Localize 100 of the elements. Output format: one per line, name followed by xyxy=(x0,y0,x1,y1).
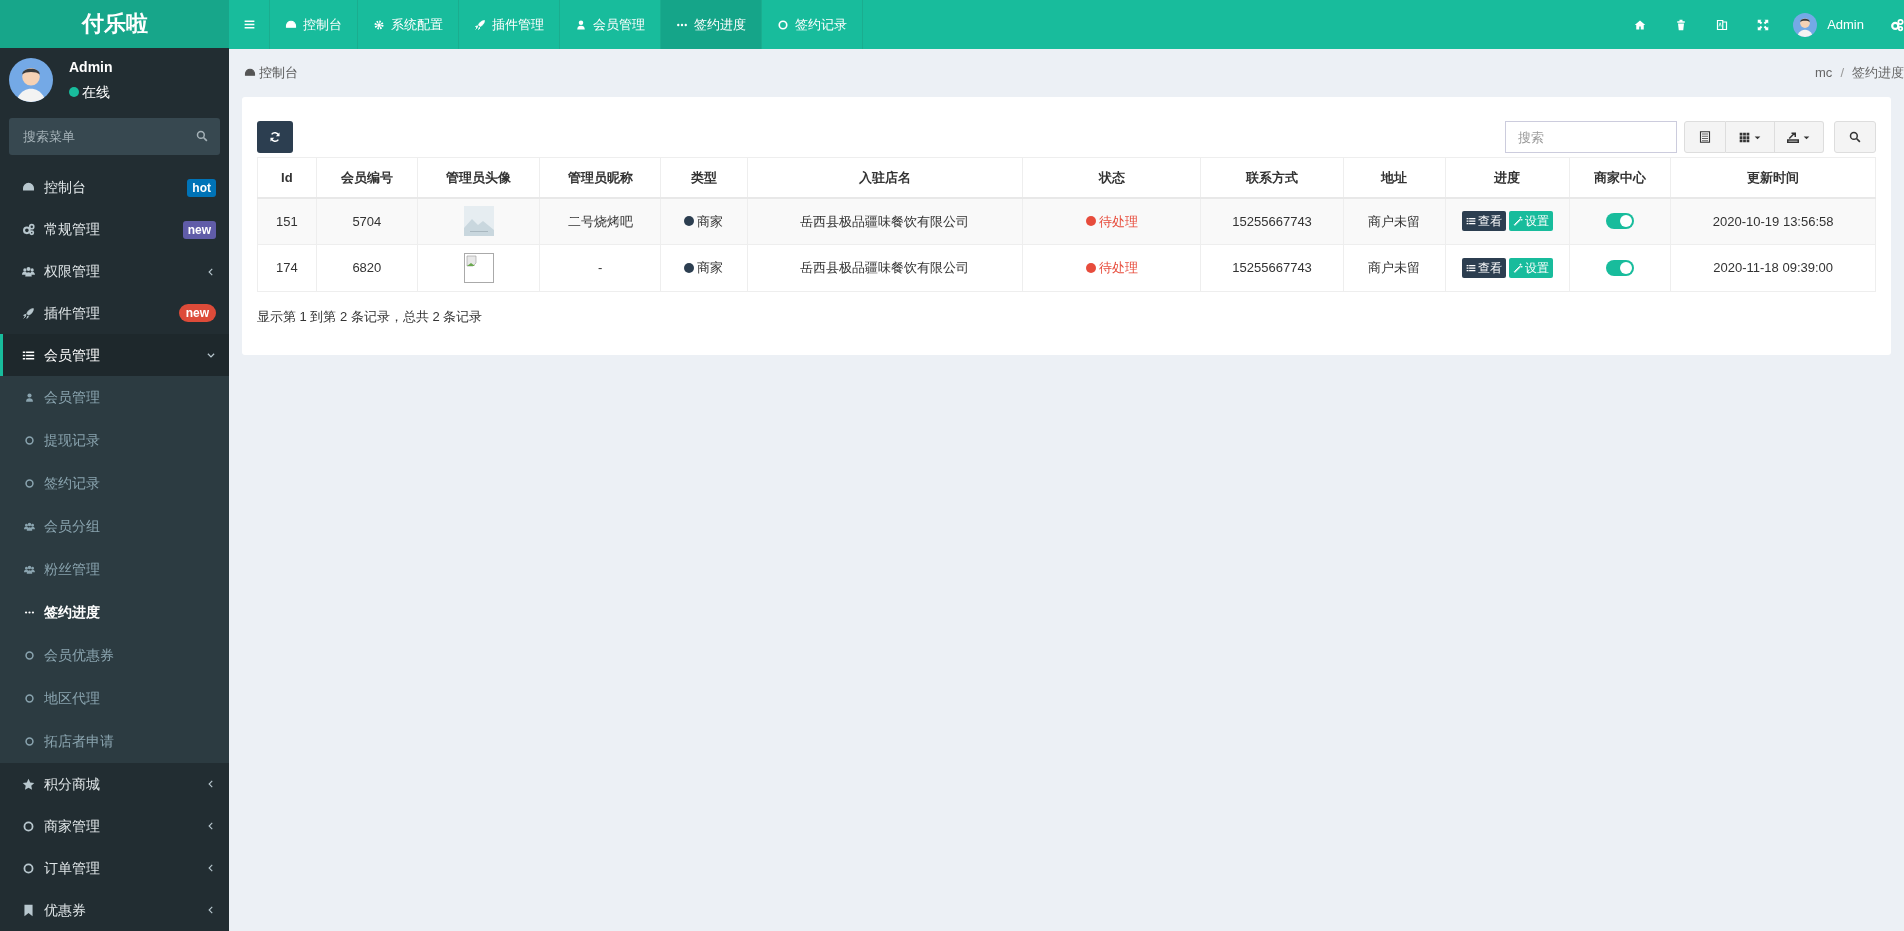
submenu-item[interactable]: 粉丝管理 xyxy=(0,548,229,592)
column-header[interactable]: 类型 xyxy=(660,157,748,198)
user-status: 在线 xyxy=(82,82,110,102)
wand-icon xyxy=(1512,216,1523,227)
export-icon xyxy=(1787,131,1799,143)
circle-icon xyxy=(777,18,789,31)
toggle-view-button[interactable] xyxy=(1684,121,1726,153)
menu-search-field[interactable]: 搜索菜单 xyxy=(9,117,220,155)
chevron-left-icon xyxy=(206,821,216,832)
user-name: Admin xyxy=(69,57,113,77)
avatar-icon xyxy=(1793,12,1818,37)
menu-badge: new xyxy=(178,304,216,323)
submenu-item[interactable]: 提现记录 xyxy=(0,419,229,463)
home-icon xyxy=(1633,18,1646,31)
broken-image-icon xyxy=(463,253,494,283)
table-cell: 5704 xyxy=(316,197,418,245)
column-header[interactable]: 会员编号 xyxy=(316,157,418,198)
wand-icon xyxy=(1512,263,1523,273)
table-cell: 2020-10-19 13:56:58 xyxy=(1670,197,1876,245)
settings-icon xyxy=(373,18,385,31)
circle-icon xyxy=(24,650,35,662)
column-header[interactable]: 入驻店名 xyxy=(747,157,1023,198)
search-icon xyxy=(1849,131,1861,143)
column-header[interactable]: 联系方式 xyxy=(1200,157,1344,198)
column-header[interactable]: 商家中心 xyxy=(1569,157,1671,198)
refresh-icon xyxy=(269,131,281,143)
table-cell: 174 xyxy=(257,244,317,292)
table-cell: 二号烧烤吧 xyxy=(539,197,661,245)
sidebar-item[interactable]: 优惠券 xyxy=(0,889,229,931)
table-cell: 151 xyxy=(257,197,317,245)
circle-icon xyxy=(24,693,35,705)
submenu-item[interactable]: 会员管理 xyxy=(0,376,229,420)
view-button[interactable]: 查看 xyxy=(1461,258,1506,278)
sidebar-item[interactable]: 常规管理 new xyxy=(0,208,229,251)
circle-icon xyxy=(24,435,35,447)
toggle-switch[interactable] xyxy=(1606,260,1635,276)
circle-icon xyxy=(22,861,35,875)
type-label: 商家 xyxy=(697,212,724,231)
search-field[interactable]: 搜索 xyxy=(1505,121,1677,153)
sidebar-item[interactable]: 权限管理 xyxy=(0,250,229,293)
table-cell: 商户未留 xyxy=(1343,244,1445,292)
table-cell: - xyxy=(539,244,661,292)
user-icon xyxy=(575,18,587,31)
sidebar-item[interactable]: 控制台 hot xyxy=(0,166,229,209)
submenu-item[interactable]: 地区代理 xyxy=(0,677,229,721)
search-icon xyxy=(196,129,208,142)
table-cell: 6820 xyxy=(316,244,418,292)
menu-badge: new xyxy=(182,220,216,239)
chevron-left-icon xyxy=(206,905,216,916)
sidebar-item[interactable]: 插件管理 new xyxy=(0,292,229,335)
gears-icon xyxy=(22,223,35,237)
columns-button[interactable] xyxy=(1726,121,1775,153)
rocket-icon xyxy=(22,307,35,320)
breadcrumb-separator: / xyxy=(1840,64,1844,83)
submenu-item[interactable]: 会员优惠券 xyxy=(0,634,229,678)
gears-icon xyxy=(1890,17,1904,32)
breadcrumb-link[interactable]: mc xyxy=(1815,63,1833,83)
submenu-item[interactable]: 签约进度 xyxy=(0,591,229,635)
menu-badge: hot xyxy=(187,178,216,197)
column-header[interactable]: 状态 xyxy=(1022,157,1201,198)
view-button[interactable]: 查看 xyxy=(1461,211,1506,232)
column-header[interactable]: 地址 xyxy=(1343,157,1445,198)
submenu-item[interactable]: 签约记录 xyxy=(0,462,229,506)
chevron-left-icon xyxy=(206,863,216,874)
sidebar-item[interactable]: 订单管理 xyxy=(0,847,229,890)
pagination-info: 显示第 1 到第 2 条记录，总共 2 条记录 xyxy=(257,308,484,326)
sidebar-item[interactable]: 会员管理 xyxy=(0,334,229,377)
rocket-icon xyxy=(474,18,486,31)
submenu-item[interactable]: 会员分组 xyxy=(0,505,229,549)
avatar-icon xyxy=(9,57,53,102)
toggle-switch[interactable] xyxy=(1606,213,1635,230)
expand-icon xyxy=(1756,18,1769,31)
table-cell: 商户未留 xyxy=(1343,197,1445,245)
table-cell: 岳西县极品疆味餐饮有限公司 xyxy=(747,244,1023,292)
list-icon xyxy=(22,348,35,362)
users-icon xyxy=(24,564,35,576)
bookmark-icon xyxy=(22,903,35,917)
breadcrumb-link[interactable]: 签约进度 xyxy=(1852,63,1904,83)
table-icon xyxy=(1699,131,1711,143)
column-header[interactable]: 进度 xyxy=(1445,157,1570,198)
menu-icon xyxy=(242,18,256,31)
table-cell: 15255667743 xyxy=(1200,244,1344,292)
refresh-button[interactable] xyxy=(257,121,293,153)
export-button[interactable] xyxy=(1775,121,1824,153)
search-button[interactable] xyxy=(1834,121,1876,153)
circle-icon xyxy=(24,478,35,490)
circle-icon xyxy=(24,736,35,748)
column-header[interactable]: Id xyxy=(257,157,317,198)
column-header[interactable]: 管理员头像 xyxy=(417,157,540,198)
column-header[interactable]: 更新时间 xyxy=(1670,157,1876,198)
star-icon xyxy=(22,777,35,791)
sidebar-item[interactable]: 积分商城 xyxy=(0,763,229,806)
sidebar-item[interactable]: 商家管理 xyxy=(0,805,229,848)
page-title: 控制台 xyxy=(259,64,298,83)
status-label: 待处理 xyxy=(1098,259,1138,278)
submenu-item[interactable]: 拓店者申请 xyxy=(0,720,229,764)
table-cell: 2020-11-18 09:39:00 xyxy=(1670,244,1876,292)
column-header[interactable]: 管理员昵称 xyxy=(539,157,661,198)
image-thumbnail xyxy=(463,206,494,237)
list-icon xyxy=(1465,216,1476,227)
